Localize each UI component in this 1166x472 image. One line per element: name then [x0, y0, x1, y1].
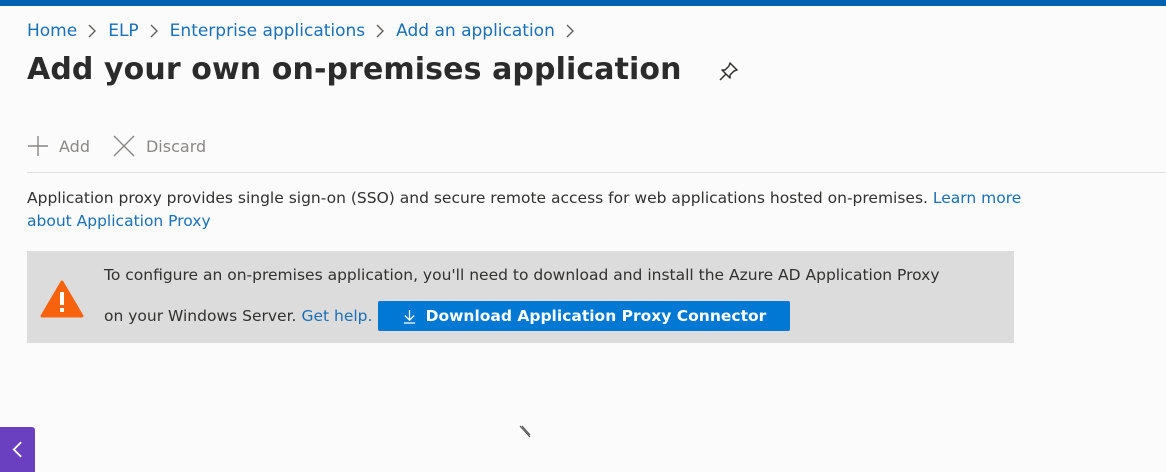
plus-icon	[28, 136, 48, 156]
discard-button-label: Discard	[145, 136, 207, 156]
top-accent-bar	[0, 0, 1166, 6]
page-title: Add your own on-premises application	[27, 52, 682, 87]
add-button-label: Add	[59, 136, 90, 156]
mouse-cursor-icon	[519, 425, 531, 438]
warning-icon	[40, 280, 84, 318]
pin-icon[interactable]	[716, 60, 740, 84]
get-help-link[interactable]: Get help.	[301, 307, 372, 325]
breadcrumb-elp[interactable]: ELP	[108, 21, 138, 41]
banner-message-line1: To configure an on-premises application,…	[104, 266, 940, 284]
breadcrumb-home[interactable]: Home	[27, 21, 77, 41]
collapse-panel-button[interactable]	[0, 427, 35, 472]
close-icon	[113, 135, 135, 157]
add-button[interactable]: Add	[27, 135, 90, 157]
chevron-right-icon	[88, 24, 97, 38]
download-icon	[403, 309, 415, 324]
banner-message-text: on your Windows Server.	[104, 307, 297, 325]
command-bar: Add Discard	[27, 134, 228, 158]
description: Application proxy provides single sign-o…	[27, 187, 1027, 233]
discard-button[interactable]: Discard	[112, 134, 206, 158]
breadcrumb-add-an-application[interactable]: Add an application	[396, 21, 555, 41]
breadcrumb: Home ELP Enterprise applications Add an …	[27, 21, 586, 41]
breadcrumb-enterprise-applications[interactable]: Enterprise applications	[170, 21, 365, 41]
chevron-right-icon	[376, 24, 385, 38]
toolbar-divider	[27, 172, 1166, 173]
download-button-label: Download Application Proxy Connector	[425, 307, 767, 325]
download-connector-button[interactable]: Download Application Proxy Connector	[378, 301, 791, 331]
chevron-right-icon	[566, 24, 575, 38]
banner-message-line2: on your Windows Server. Get help. Downlo…	[104, 301, 791, 331]
warning-banner: To configure an on-premises application,…	[27, 251, 1014, 343]
title-row: Add your own on-premises application	[27, 52, 740, 87]
chevron-left-icon	[12, 441, 22, 458]
chevron-right-icon	[150, 24, 159, 38]
description-text: Application proxy provides single sign-o…	[27, 189, 928, 207]
